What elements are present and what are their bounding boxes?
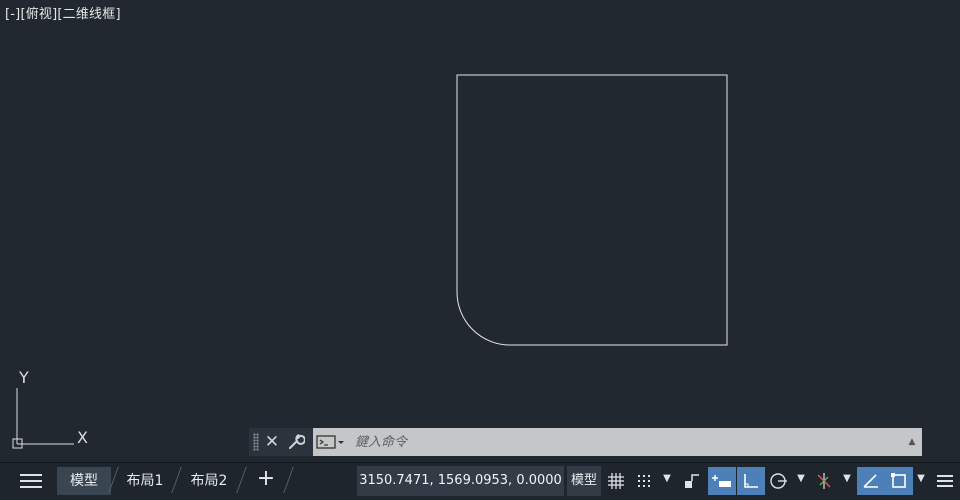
drawing-canvas[interactable]: Y X [0, 0, 960, 462]
polar-tracking-icon[interactable] [765, 467, 793, 495]
grip-handle[interactable] [253, 433, 259, 451]
rounded-rectangle-shape[interactable] [456, 74, 728, 346]
command-history-icon[interactable]: ▲ [902, 437, 922, 447]
tab-separator [283, 467, 294, 493]
selection-cycling-icon[interactable] [885, 467, 913, 495]
command-prompt-icon[interactable] [313, 428, 349, 456]
menu-icon[interactable] [20, 471, 42, 489]
infer-constraints-icon[interactable] [678, 467, 706, 495]
object-snap-tracking-icon[interactable] [810, 467, 838, 495]
customization-menu-icon[interactable] [931, 467, 959, 495]
chevron-down-icon[interactable]: ▼ [795, 473, 807, 484]
tab-model[interactable]: 模型 [57, 467, 111, 495]
chevron-down-icon[interactable]: ▼ [915, 473, 927, 484]
tab-separator [236, 467, 247, 493]
ucs-x-label: X [77, 428, 88, 447]
grid-icon[interactable] [602, 467, 630, 495]
ucs-y-label: Y [18, 368, 29, 387]
coordinates-readout[interactable]: 3150.7471, 1569.0953, 0.0000 [357, 466, 564, 496]
command-line: ✕ ▲ [249, 428, 922, 456]
lineweight-icon[interactable] [857, 467, 885, 495]
close-icon[interactable]: ✕ [263, 433, 281, 451]
command-line-tools: ✕ [249, 428, 313, 456]
chevron-down-icon[interactable]: ▼ [841, 473, 853, 484]
tab-layout1[interactable]: 布局1 [118, 467, 172, 495]
snap-icon[interactable] [630, 467, 658, 495]
ortho-mode-icon[interactable] [737, 467, 765, 495]
ucs-icon [12, 388, 74, 449]
model-space-button[interactable]: 模型 [567, 466, 601, 496]
add-layout-button[interactable]: + [254, 465, 278, 493]
tab-separator [171, 467, 182, 493]
command-input[interactable] [349, 428, 902, 456]
wrench-icon[interactable] [285, 431, 307, 453]
chevron-down-icon[interactable]: ▼ [661, 473, 673, 484]
dynamic-input-icon[interactable] [708, 467, 736, 495]
status-bar: 模型 布局1 布局2 + 3150.7471, 1569.0953, 0.000… [0, 462, 960, 500]
command-input-area: ▲ [313, 428, 922, 456]
tab-layout2[interactable]: 布局2 [182, 467, 236, 495]
